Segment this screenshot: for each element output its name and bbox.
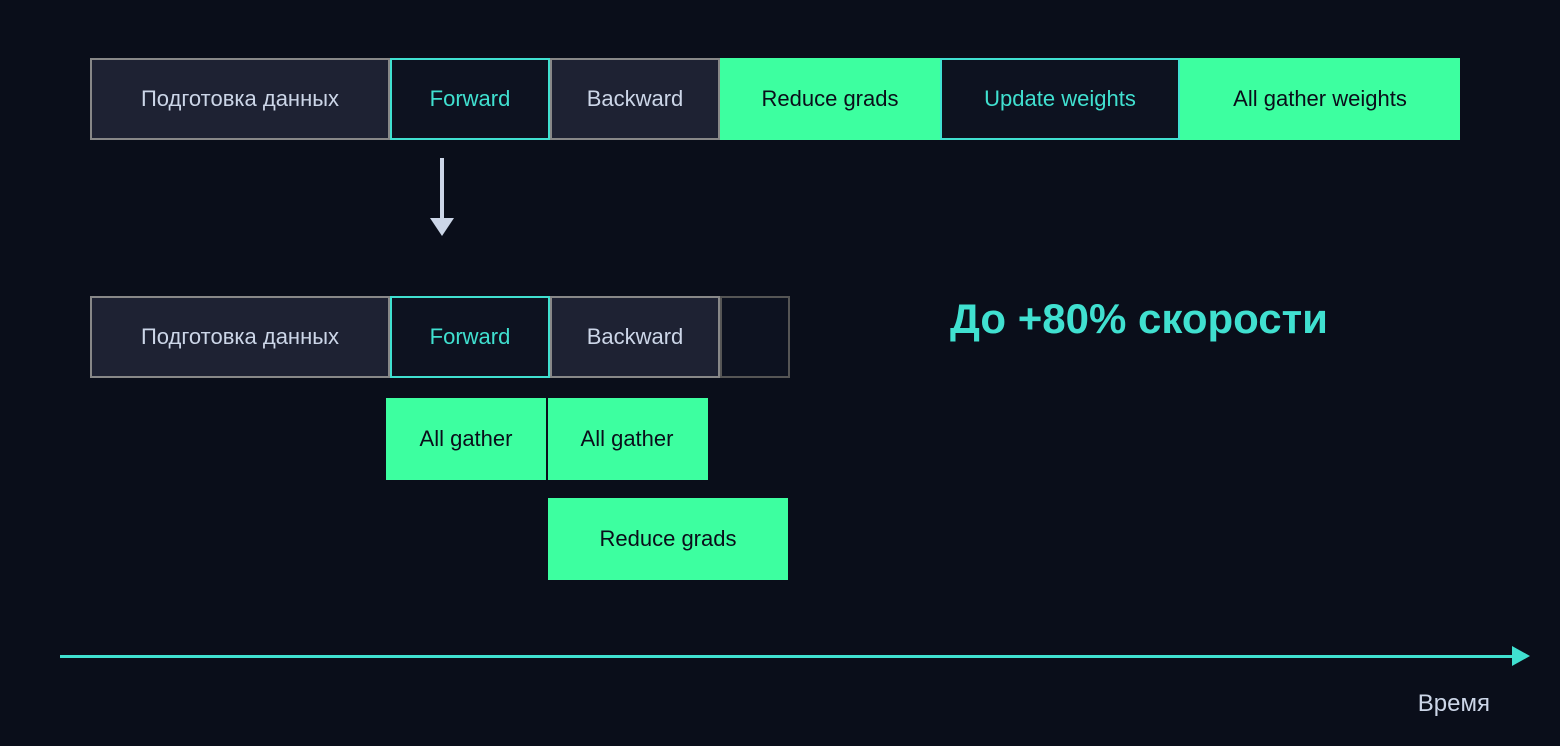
arrow-head — [430, 218, 454, 236]
timeline-arrowhead — [1512, 646, 1530, 666]
block-forward-top: Forward — [390, 58, 550, 140]
bottom-row: Подготовка данных Forward Backward — [90, 296, 790, 378]
speed-label: До +80% скорости — [950, 295, 1328, 342]
top-row: Подготовка данных Forward Backward Reduc… — [90, 58, 1460, 140]
forward-bottom-label: Forward — [430, 324, 511, 350]
prep-bottom-label: Подготовка данных — [141, 324, 339, 350]
reduce-top-label: Reduce grads — [762, 86, 899, 112]
block-prep-top: Подготовка данных — [90, 58, 390, 140]
backward-top-label: Backward — [587, 86, 684, 112]
block-all-gather-1: All gather — [386, 398, 546, 480]
all-gather-1-label: All gather — [420, 426, 513, 452]
block-reduce-grads: Reduce grads — [548, 498, 788, 580]
timeline-line — [60, 655, 1512, 658]
block-update-top: Update weights — [940, 58, 1180, 140]
forward-top-label: Forward — [430, 86, 511, 112]
prep-top-label: Подготовка данных — [141, 86, 339, 112]
backward-bottom-label: Backward — [587, 324, 684, 350]
block-all-gather-2: All gather — [548, 398, 708, 480]
reduce-grads-label: Reduce grads — [600, 526, 737, 552]
main-container: Подготовка данных Forward Backward Reduc… — [0, 0, 1560, 746]
update-top-label: Update weights — [984, 86, 1136, 112]
block-small-dark — [720, 296, 790, 378]
arrow-shaft — [440, 158, 444, 218]
arrow-down — [430, 158, 454, 236]
speed-text: До +80% скорости — [950, 295, 1328, 343]
block-allgather-top: All gather weights — [1180, 58, 1460, 140]
all-gather-2-label: All gather — [581, 426, 674, 452]
block-prep-bottom: Подготовка данных — [90, 296, 390, 378]
allgather-top-label: All gather weights — [1233, 86, 1407, 112]
block-forward-bottom: Forward — [390, 296, 550, 378]
time-text: Время — [1418, 690, 1490, 717]
block-backward-bottom: Backward — [550, 296, 720, 378]
time-label: Время — [1418, 690, 1490, 718]
allgather-row: All gather All gather — [386, 398, 708, 480]
block-backward-top: Backward — [550, 58, 720, 140]
block-reduce-top: Reduce grads — [720, 58, 940, 140]
timeline — [60, 646, 1530, 666]
